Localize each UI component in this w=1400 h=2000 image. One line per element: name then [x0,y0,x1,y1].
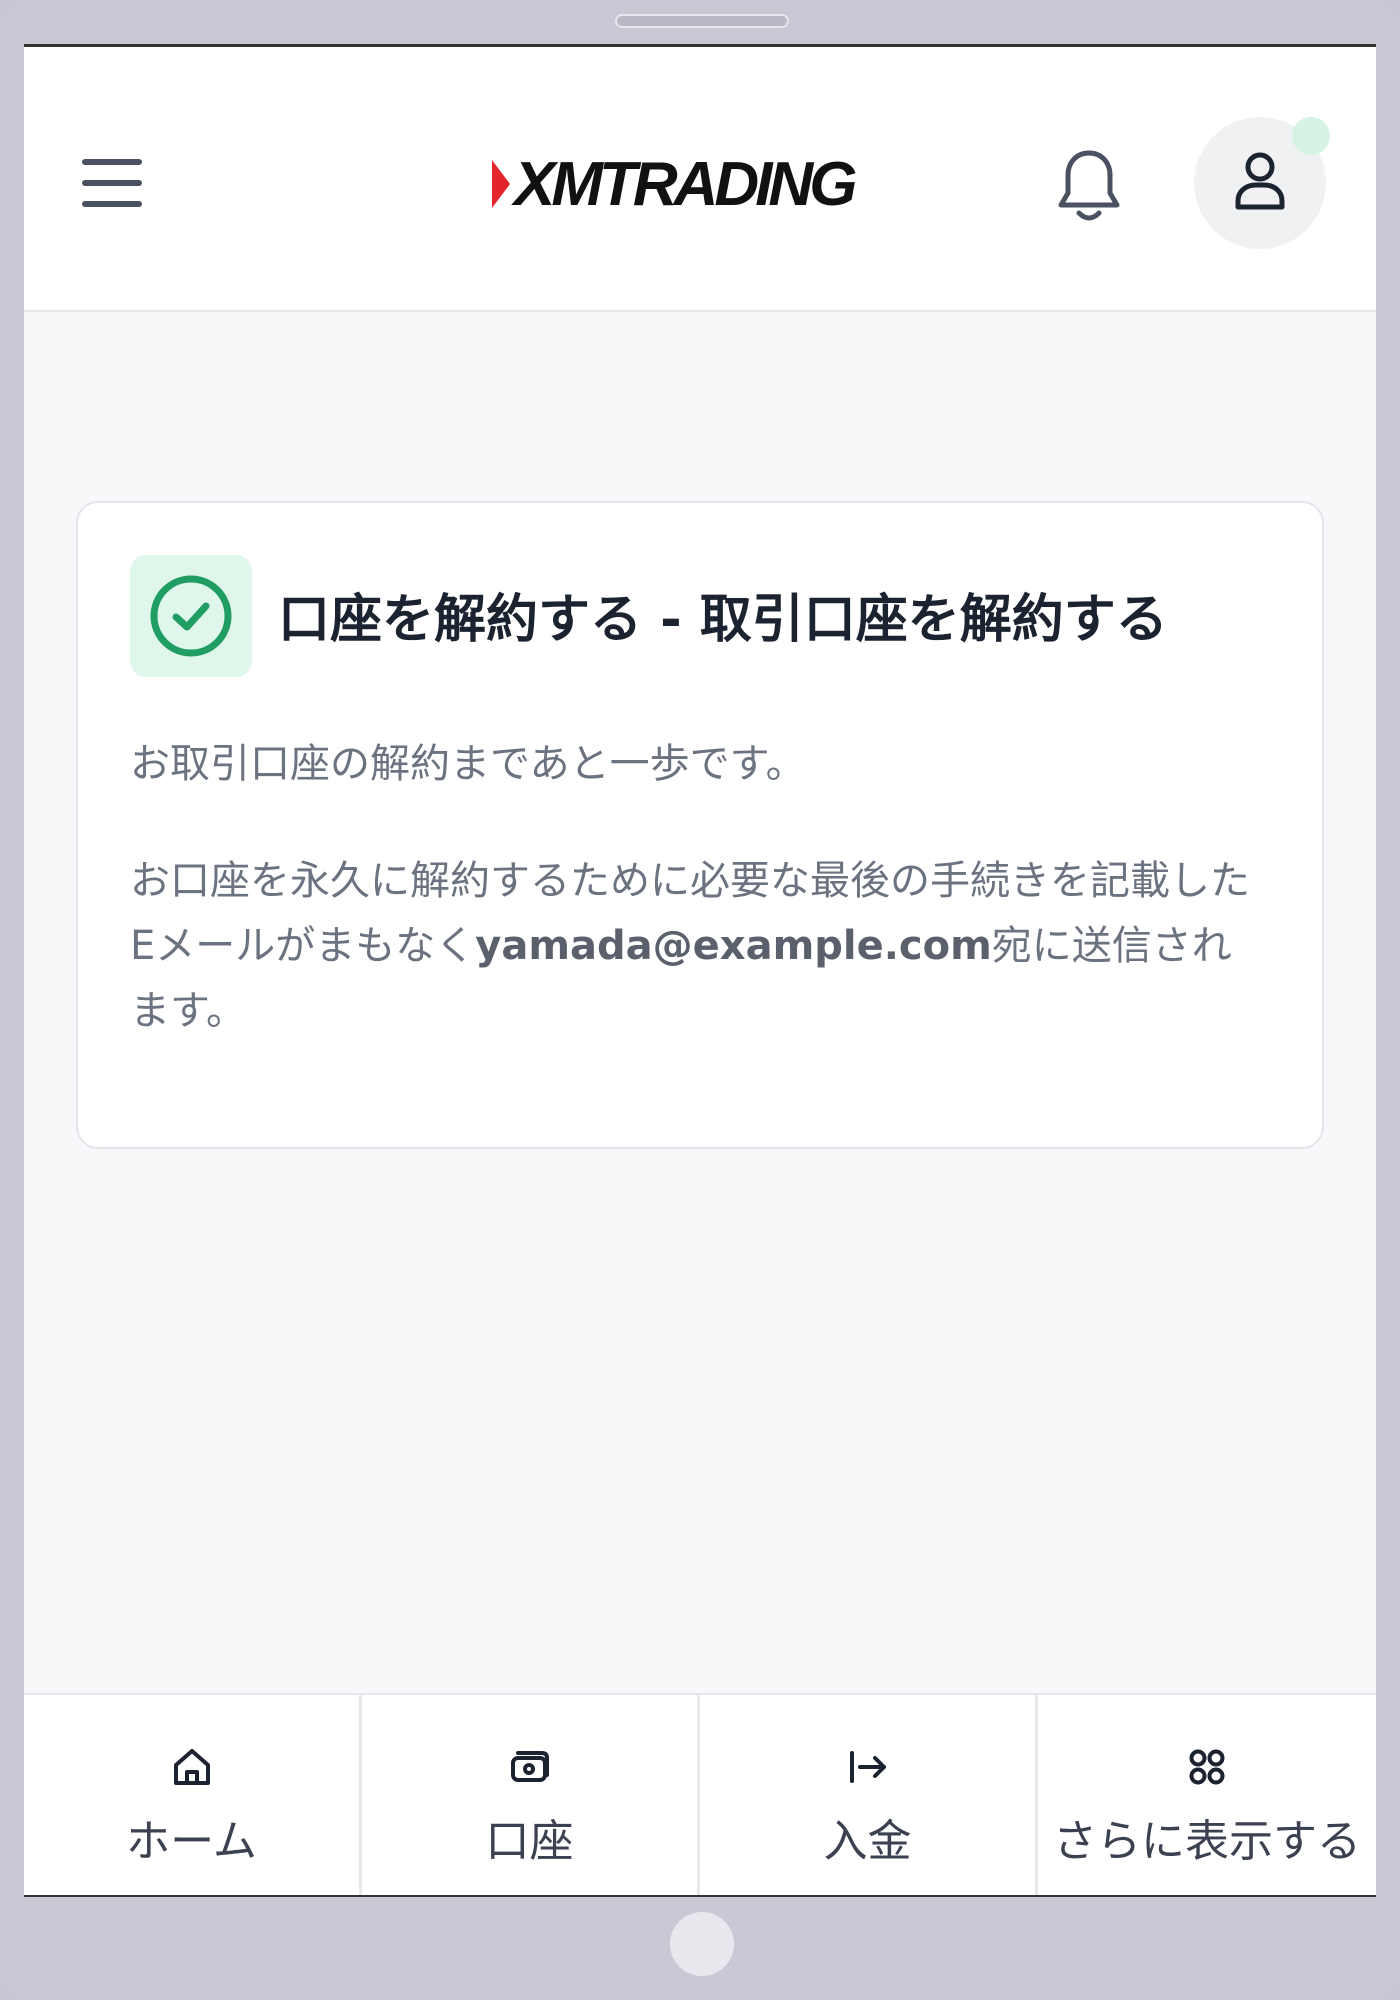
nav-label-more: さらに表示する [1053,1816,1361,1867]
logo-text: XMTRADING [514,149,857,219]
hamburger-menu-icon[interactable] [82,157,142,209]
nav-label-deposit: 入金 [823,1816,912,1867]
nav-item-accounts[interactable]: 口座 [362,1695,700,1895]
check-circle-icon [150,575,232,657]
device-home-button [670,1912,734,1976]
device-frame: XMTRADING 口座を解約する - 取引口座を解約する お取引口座の解約まで… [0,0,1400,2000]
app-screen: XMTRADING 口座を解約する - 取引口座を解約する お取引口座の解約まで… [24,44,1376,1897]
user-icon [1235,152,1285,210]
nav-item-deposit[interactable]: 入金 [700,1695,1038,1895]
account-closure-card: 口座を解約する - 取引口座を解約する お取引口座の解約まであと一歩です。 お口… [76,501,1324,1149]
card-title: 口座を解約する - 取引口座を解約する [278,590,1168,650]
home-icon [173,1749,210,1785]
notification-status-dot [1292,117,1330,155]
nav-label-home: ホーム [126,1816,257,1867]
brand-logo[interactable]: XMTRADING [492,149,932,219]
nav-label-accounts: 口座 [485,1816,574,1867]
grid-icon [1189,1749,1225,1785]
top-header: XMTRADING [24,47,1376,312]
status-icon-box [130,555,252,677]
device-speaker [615,14,789,28]
bell-icon[interactable] [1056,147,1122,225]
email-address: yamada@example.com [475,923,992,969]
bottom-navigation: ホーム 口座 入金 さらに表示する [24,1693,1376,1895]
nav-item-more[interactable]: さらに表示する [1038,1695,1376,1895]
card-message-line: お取引口座の解約まであと一歩です。 [130,741,806,787]
deposit-arrow-icon [849,1751,886,1783]
logo-mark-icon [492,160,510,208]
card-message-paragraph: お口座を永久に解約するために必要な最後の手続きを記載したEメールがまもなくyam… [130,849,1270,1044]
nav-item-home[interactable]: ホーム [24,1695,362,1895]
wallet-icon [510,1751,549,1782]
